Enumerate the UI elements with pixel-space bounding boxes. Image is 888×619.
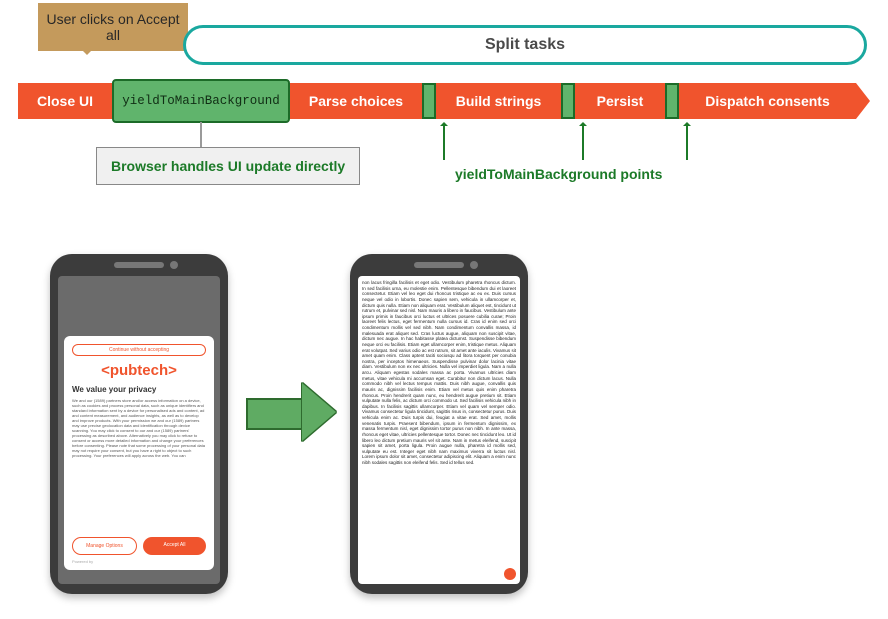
transition-arrow-icon	[246, 385, 338, 439]
seg-dispatch-consents: Dispatch consents	[679, 83, 856, 119]
article-content-text: non lacus fringilla facilisis et eget od…	[362, 280, 516, 465]
phone-notch-icon	[414, 262, 464, 268]
speech-text: User clicks on Accept all	[42, 11, 184, 43]
callout-browser-handles-text: Browser handles UI update directly	[111, 158, 345, 174]
powered-by-text: Powered by	[72, 559, 93, 564]
floating-action-icon[interactable]	[504, 568, 516, 580]
seg-persist-label: Persist	[597, 93, 644, 109]
callout-yield-points: yieldToMainBackground points	[455, 166, 662, 182]
pubtech-logo-text: <pubtech>	[101, 362, 177, 379]
manage-options-button[interactable]: Manage Options	[72, 537, 137, 555]
accept-all-label: Accept All	[164, 542, 186, 548]
yield-tick-1	[422, 83, 436, 119]
seg-parse-label: Parse choices	[309, 93, 403, 109]
timeline-arrowhead-icon	[856, 83, 870, 119]
seg-build-strings: Build strings	[436, 83, 561, 119]
phone-after: non lacus fringilla facilisis et eget od…	[350, 254, 528, 594]
yield-tick-2	[561, 83, 575, 119]
speech-bubble-accept-all: User clicks on Accept all	[38, 3, 188, 51]
article-content: non lacus fringilla facilisis et eget od…	[362, 280, 516, 580]
task-timeline: Close UI yieldToMainBackground Parse cho…	[18, 83, 870, 119]
yield-tick-3	[665, 83, 679, 119]
consent-modal: Continue without accepting <pubtech> We …	[64, 336, 214, 570]
consent-buttons: Manage Options Accept All	[72, 537, 206, 555]
pubtech-logo: <pubtech>	[72, 362, 206, 379]
split-tasks-label: Split tasks	[485, 36, 565, 54]
seg-yield-to-main-background: yieldToMainBackground	[112, 79, 290, 123]
phone-notch-icon	[114, 262, 164, 268]
tick-arrow-3	[686, 124, 688, 160]
phone-before-screen: Continue without accepting <pubtech> We …	[58, 276, 220, 584]
seg-parse-choices: Parse choices	[290, 83, 422, 119]
seg-close-ui-label: Close UI	[37, 93, 93, 109]
callout-yield-points-text: yieldToMainBackground points	[455, 166, 662, 182]
continue-without-link[interactable]: Continue without accepting	[72, 344, 206, 356]
split-tasks-pill: Split tasks	[183, 25, 867, 65]
seg-ytmb-label: yieldToMainBackground	[122, 94, 280, 108]
connector-line	[200, 122, 202, 148]
consent-title: We value your privacy	[72, 385, 206, 394]
tick-arrow-1	[443, 124, 445, 160]
callout-browser-handles: Browser handles UI update directly	[96, 147, 360, 185]
phone-after-screen: non lacus fringilla facilisis et eget od…	[358, 276, 520, 584]
seg-build-label: Build strings	[456, 93, 542, 109]
tick-arrow-2	[582, 124, 584, 160]
phone-before: Continue without accepting <pubtech> We …	[50, 254, 228, 594]
manage-options-label: Manage Options	[86, 543, 123, 549]
consent-title-text: We value your privacy	[72, 385, 156, 394]
seg-close-ui: Close UI	[18, 83, 112, 119]
seg-dispatch-label: Dispatch consents	[705, 93, 829, 109]
seg-persist: Persist	[575, 83, 665, 119]
consent-body-text: We and our (1589) partners store and/or …	[72, 398, 205, 458]
continue-without-text: Continue without accepting	[109, 347, 169, 353]
consent-body: We and our (1589) partners store and/or …	[72, 398, 206, 531]
powered-by: Powered by	[72, 559, 206, 564]
accept-all-button[interactable]: Accept All	[143, 537, 206, 555]
